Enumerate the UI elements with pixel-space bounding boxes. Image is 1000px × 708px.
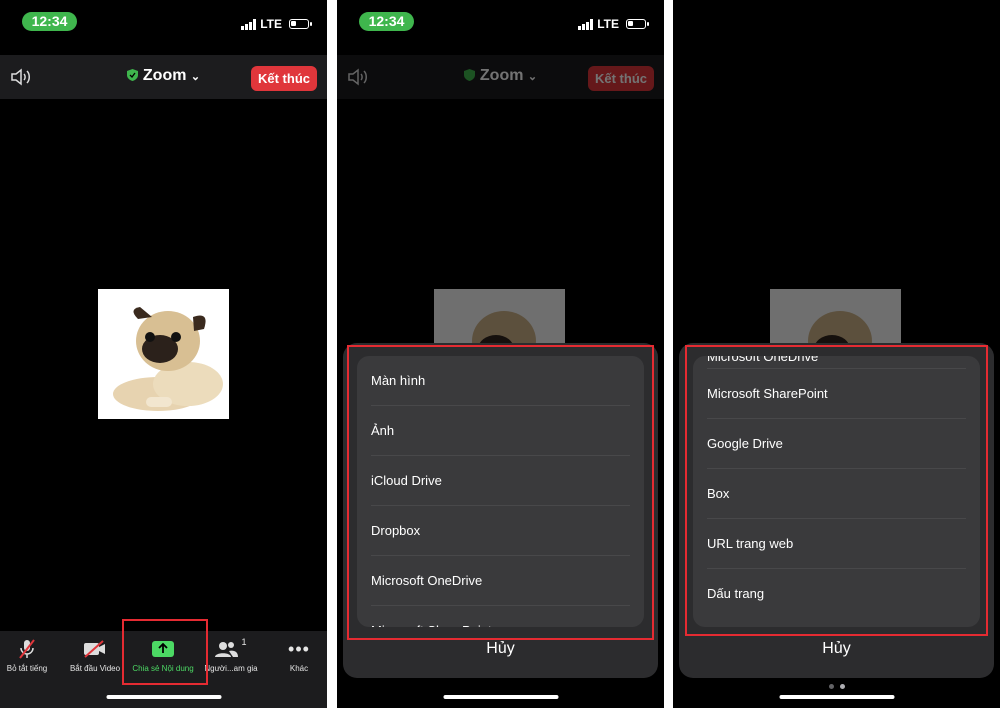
participants-count: 1 xyxy=(241,637,247,647)
end-meeting-button[interactable]: Kết thúc xyxy=(251,66,317,91)
signal-icon xyxy=(578,18,594,30)
status-time: 12:34 xyxy=(359,12,414,31)
meeting-header: Zoom ⌄ Kết thúc xyxy=(337,55,664,99)
chevron-down-icon: ⌄ xyxy=(190,71,201,83)
network-type: LTE xyxy=(260,17,282,31)
battery-icon xyxy=(289,19,312,29)
participants-button[interactable]: 1 Người...am gia xyxy=(200,637,262,673)
more-label: Khác xyxy=(289,664,309,673)
participants-icon xyxy=(215,642,239,657)
signal-icon xyxy=(241,18,257,30)
shield-icon xyxy=(126,69,138,81)
more-icon: ••• xyxy=(288,638,310,659)
menu-highlight-box xyxy=(347,345,654,640)
end-meeting-button: Kết thúc xyxy=(588,66,654,91)
share-menu-screen-2: Microsoft OneDrive Microsoft SharePoint … xyxy=(673,0,1000,708)
start-video-button[interactable]: Bắt đầu Video xyxy=(64,637,126,673)
status-time: 12:34 xyxy=(22,12,77,31)
page-dot-active xyxy=(839,684,845,689)
mic-off-icon xyxy=(19,639,35,659)
menu-highlight-box xyxy=(685,345,988,636)
mute-label: Bỏ tắt tiếng xyxy=(6,664,48,673)
share-highlight-box xyxy=(122,619,208,685)
home-indicator xyxy=(443,695,558,699)
title-text: Zoom xyxy=(142,67,187,84)
title-text: Zoom xyxy=(479,67,524,84)
more-button[interactable]: ••• Khác xyxy=(268,637,327,674)
meeting-header: Zoom ⌄ Kết thúc xyxy=(0,55,327,99)
chevron-down-icon: ⌄ xyxy=(527,71,538,83)
mute-button[interactable]: Bỏ tắt tiếng xyxy=(0,637,58,673)
page-indicator xyxy=(673,676,1000,694)
pug-image xyxy=(98,289,229,419)
participants-label: Người...am gia xyxy=(204,664,258,673)
video-label: Bắt đầu Video xyxy=(69,664,121,673)
meeting-screen: 12:34 LTE Zoom ⌄ Kết thúc Bỏ tắt tiếng B… xyxy=(0,0,327,708)
video-off-icon xyxy=(84,640,105,658)
battery-icon xyxy=(626,19,649,29)
home-indicator xyxy=(779,695,894,699)
status-indicators: LTE xyxy=(241,17,312,31)
network-type: LTE xyxy=(597,17,619,31)
page-dot xyxy=(828,684,834,689)
shield-icon xyxy=(463,69,475,81)
participant-video xyxy=(98,289,229,419)
status-indicators: LTE xyxy=(578,17,649,31)
cancel-button[interactable]: Hủy xyxy=(337,640,664,658)
cancel-button[interactable]: Hủy xyxy=(673,640,1000,658)
share-menu-screen-1: 12:34 LTE Zoom ⌄ Kết thúc Màn hình Ảnh i… xyxy=(337,0,664,708)
home-indicator xyxy=(106,695,221,699)
